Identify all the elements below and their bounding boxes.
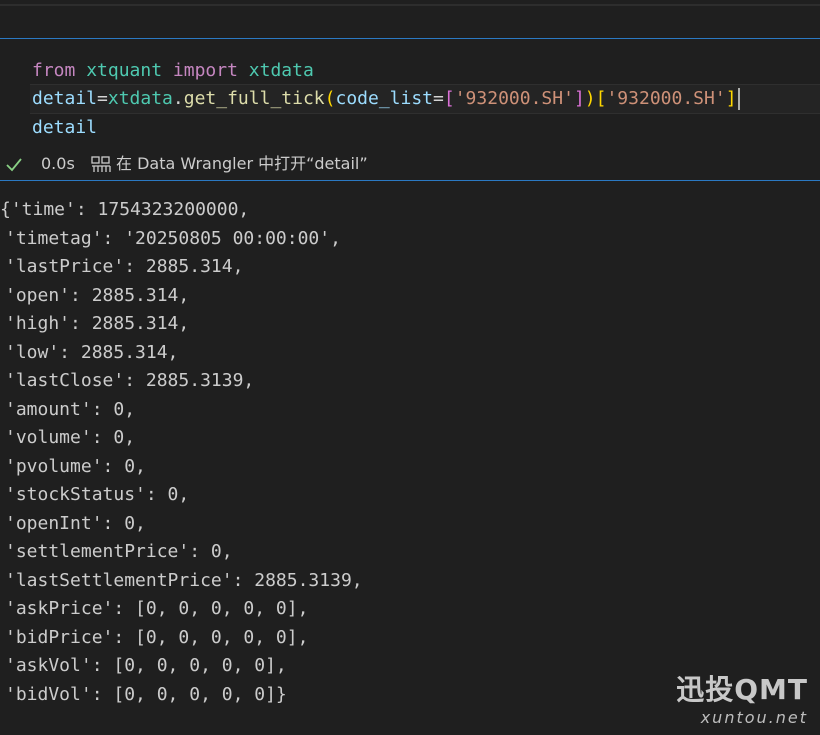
watermark-subtitle: xuntou.net <box>700 708 808 727</box>
code-token: [ <box>595 88 607 109</box>
code-token: get_full_tick <box>183 88 325 109</box>
watermark-title: 迅投QMT <box>676 673 808 706</box>
cell-focus-border-bottom <box>0 180 820 181</box>
code-token: import <box>172 60 238 81</box>
execution-time: 0.0s <box>41 154 75 173</box>
code-token: detail <box>32 117 98 138</box>
output-line: 'askPrice': [0, 0, 0, 0, 0], <box>5 598 309 619</box>
check-icon <box>6 158 22 172</box>
text-cursor <box>737 88 740 110</box>
output-line: 'low': 2885.314, <box>5 341 179 363</box>
cell-status-bar: 0.0s 在 Data Wrangler 中打开“detail” <box>0 150 820 178</box>
divider <box>0 4 820 6</box>
open-in-data-wrangler-link[interactable]: 在 Data Wrangler 中打开“detail” <box>90 150 368 178</box>
code-line-1[interactable]: from xtquant import xtdata <box>32 57 314 85</box>
notebook-page: from xtquant import xtdata detail=xtdata… <box>0 0 820 735</box>
code-token: code_list <box>335 88 434 109</box>
code-token: detail <box>32 88 98 109</box>
output-line: 'lastClose': 2885.3139, <box>5 370 255 391</box>
code-token: xtdata <box>107 88 173 109</box>
code-token: ] <box>573 88 585 109</box>
output-line: 'settlementPrice': 0, <box>5 541 233 562</box>
code-token: xtdata <box>248 60 314 81</box>
code-token: ) <box>584 88 596 109</box>
code-token: = <box>97 88 108 109</box>
watermark-logo: 迅投QMT xuntou.net <box>676 672 808 728</box>
output-line: 'volume': 0, <box>5 427 136 448</box>
output-line: 'amount': 0, <box>5 398 136 420</box>
previous-cell-area <box>0 0 820 40</box>
code-token: ( <box>324 88 336 109</box>
code-token: '932000.SH' <box>454 88 574 109</box>
cell-output: {'time': 1754323200000, 'timetag': '20250… <box>0 196 820 709</box>
output-line: {'time': 1754323200000, <box>0 199 250 220</box>
output-line: 'lastPrice': 2885.314, <box>5 256 244 277</box>
output-line: 'open': 2885.314, <box>5 284 190 306</box>
code-token: [ <box>443 88 455 109</box>
output-line: 'high': 2885.314, <box>5 313 190 334</box>
output-line: 'openInt': 0, <box>5 512 146 534</box>
code-line-3[interactable]: detail <box>32 114 97 142</box>
output-line: 'bidPrice': [0, 0, 0, 0, 0], <box>5 626 309 648</box>
code-line-2-active[interactable]: detail=xtdata.get_full_tick(code_list=['… <box>30 84 820 114</box>
code-cell-editor[interactable]: from xtquant import xtdata detail=xtdata… <box>0 39 820 145</box>
output-line: 'stockStatus': 0, <box>5 484 190 505</box>
output-line: 'timetag': '20250805 00:00:00', <box>5 227 341 249</box>
code-token: . <box>172 88 184 109</box>
code-token: = <box>433 88 444 109</box>
code-token: '932000.SH' <box>606 88 726 109</box>
code-token: ] <box>725 88 737 109</box>
output-line: 'lastSettlementPrice': 2885.3139, <box>5 569 363 591</box>
data-wrangler-icon <box>91 156 111 172</box>
data-wrangler-label[interactable]: 在 Data Wrangler 中打开“detail” <box>116 150 368 178</box>
code-token: xtquant <box>86 60 163 81</box>
output-line: 'pvolume': 0, <box>5 455 146 477</box>
code-token: from <box>32 60 76 81</box>
